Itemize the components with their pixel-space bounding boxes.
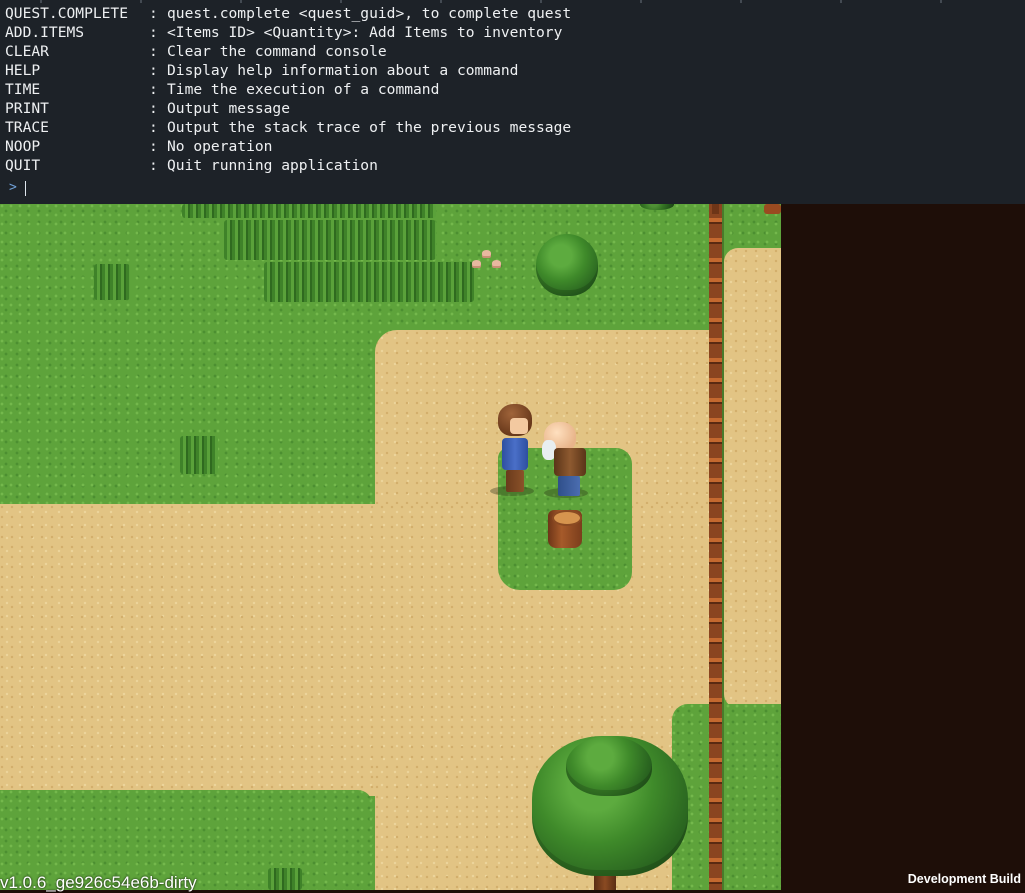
command-row: NOOP: No operation bbox=[5, 137, 571, 156]
development-build-label: Development Build bbox=[907, 872, 1021, 886]
command-name: CLEAR bbox=[5, 43, 49, 60]
npc-legs bbox=[558, 476, 580, 496]
command-description: Display help information about a command bbox=[167, 62, 519, 79]
dirt-path-right-strip bbox=[724, 248, 781, 708]
wooden-fence bbox=[709, 204, 722, 890]
pine-tree bbox=[536, 234, 598, 296]
command-row: CLEAR: Clear the command console bbox=[5, 42, 571, 61]
npc-body bbox=[554, 448, 586, 476]
command-description: Clear the command console bbox=[167, 43, 387, 60]
prompt-symbol-icon: > bbox=[9, 180, 17, 195]
command-description: Time the execution of a command bbox=[167, 81, 440, 98]
command-description: Output the stack trace of the previous m… bbox=[167, 119, 572, 136]
command-row: HELP: Display help information about a co… bbox=[5, 61, 571, 80]
command-row: TRACE: Output the stack trace of the prev… bbox=[5, 118, 571, 137]
grass-bottom-right bbox=[672, 704, 781, 890]
command-separator: : bbox=[149, 157, 158, 174]
command-name: PRINT bbox=[5, 100, 49, 117]
command-help-list: QUEST.COMPLETE: quest.complete <quest_gui… bbox=[5, 4, 571, 175]
console-input[interactable] bbox=[22, 179, 1012, 197]
player-face bbox=[510, 418, 528, 434]
command-separator: : bbox=[149, 62, 158, 79]
tall-grass-patch bbox=[94, 264, 130, 300]
command-row: ADD.ITEMS: <Items ID> <Quantity>: Add Ite… bbox=[5, 23, 571, 42]
fence-post bbox=[712, 204, 719, 214]
large-tree-top bbox=[566, 736, 652, 796]
command-name: HELP bbox=[5, 62, 41, 79]
mushroom-icon bbox=[472, 260, 481, 266]
command-separator: : bbox=[149, 43, 158, 60]
command-description: Output message bbox=[167, 100, 291, 117]
console-top-border bbox=[0, 0, 1025, 3]
command-separator: : bbox=[149, 100, 158, 117]
bush-top bbox=[640, 204, 674, 210]
tree-stump bbox=[548, 510, 582, 548]
text-cursor bbox=[25, 181, 26, 196]
letterbox-panel bbox=[781, 204, 1025, 890]
mushroom-icon bbox=[482, 250, 491, 256]
player-legs bbox=[506, 470, 524, 492]
command-row: QUEST.COMPLETE: quest.complete <quest_gui… bbox=[5, 4, 571, 23]
mushroom-icon bbox=[492, 260, 501, 266]
tall-grass-patch bbox=[182, 204, 436, 218]
bald-npc[interactable] bbox=[540, 422, 590, 498]
command-description: quest.complete <quest_guid>, to complete… bbox=[167, 5, 572, 22]
console-prompt-row[interactable]: > bbox=[0, 178, 1025, 198]
command-name: NOOP bbox=[5, 138, 41, 155]
command-separator: : bbox=[149, 119, 158, 136]
command-console: QUEST.COMPLETE: quest.complete <quest_gui… bbox=[0, 0, 1025, 204]
tall-grass-patch bbox=[224, 220, 436, 260]
command-description: <Items ID> <Quantity>: Add Items to inve… bbox=[167, 24, 563, 41]
command-separator: : bbox=[149, 5, 158, 22]
command-row: PRINT: Output message bbox=[5, 99, 571, 118]
command-separator: : bbox=[149, 81, 158, 98]
command-separator: : bbox=[149, 24, 158, 41]
command-row: TIME: Time the execution of a command bbox=[5, 80, 571, 99]
player-character[interactable] bbox=[496, 404, 536, 496]
command-name: QUIT bbox=[5, 157, 41, 174]
game-viewport[interactable] bbox=[0, 204, 781, 890]
command-row: QUIT: Quit running application bbox=[5, 156, 571, 175]
tall-grass-patch bbox=[264, 262, 474, 302]
command-name: TRACE bbox=[5, 119, 49, 136]
command-name: QUEST.COMPLETE bbox=[5, 5, 129, 22]
command-description: Quit running application bbox=[167, 157, 378, 174]
version-label: v1.0.6_ge926c54e6b-dirty bbox=[0, 873, 197, 892]
tall-grass-patch bbox=[268, 868, 302, 890]
tall-grass-patch bbox=[180, 436, 218, 474]
command-name: ADD.ITEMS bbox=[5, 24, 85, 41]
command-separator: : bbox=[149, 138, 158, 155]
fence-top-right bbox=[764, 204, 781, 214]
player-body bbox=[502, 438, 528, 470]
command-name: TIME bbox=[5, 81, 41, 98]
command-description: No operation bbox=[167, 138, 273, 155]
